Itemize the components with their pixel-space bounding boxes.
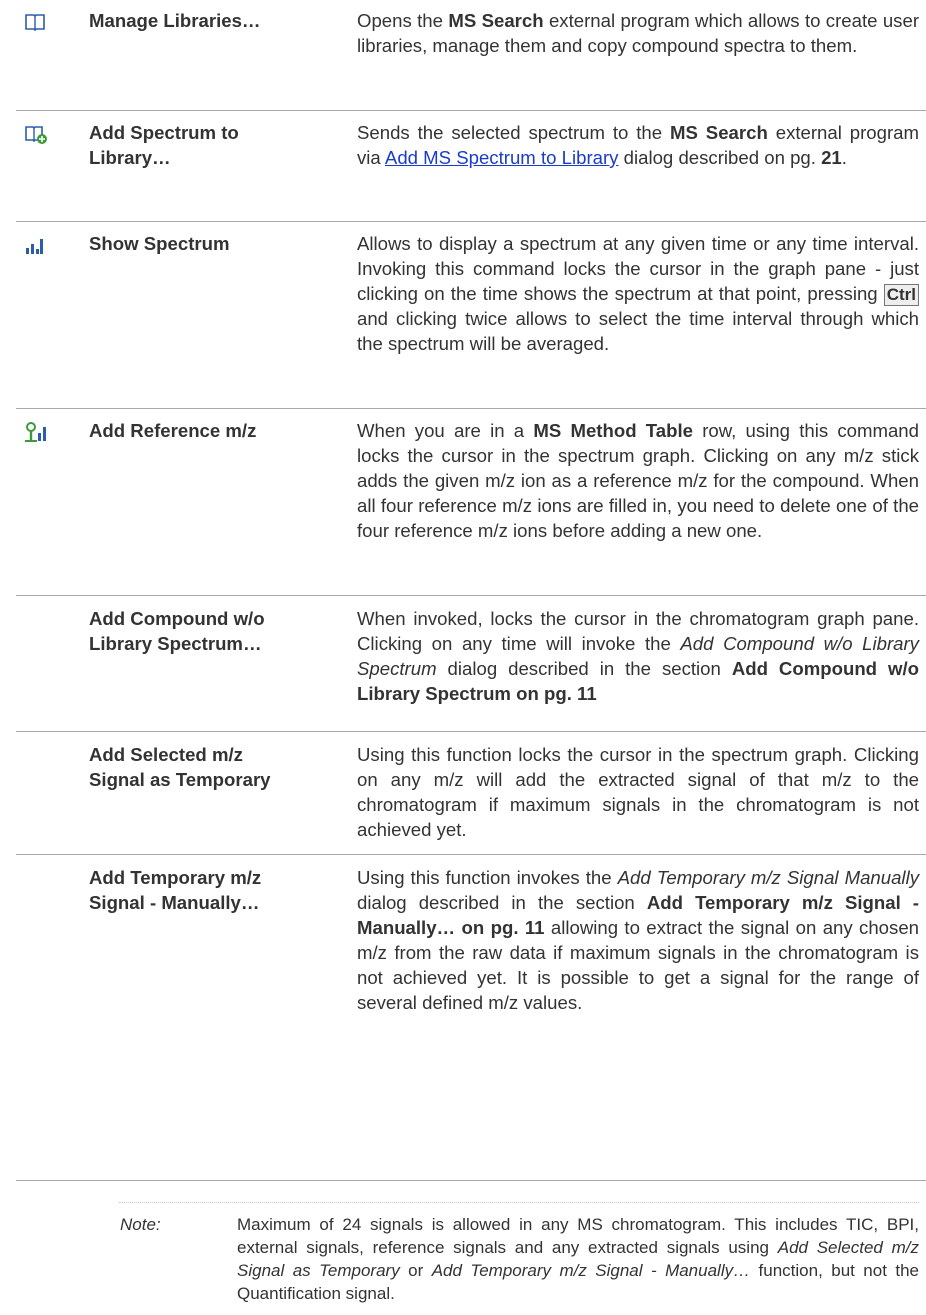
description-add-temporary-mz-signal: Using this function invokes the Add Temp…	[357, 867, 919, 1013]
description-add-spectrum-to-library: Sends the selected spectrum to the MS Se…	[357, 122, 920, 168]
command-show-spectrum: Show Spectrum	[89, 233, 230, 254]
description-add-reference-mz: When you are in a MS Method Table row, u…	[357, 420, 919, 541]
add-ms-spectrum-link[interactable]: Add MS Spectrum to Library	[385, 147, 619, 168]
description-add-selected-mz-signal: Using this function locks the cursor in …	[357, 744, 919, 840]
command-add-reference-mz: Add Reference m/z	[89, 420, 257, 441]
row-divider	[16, 110, 926, 111]
command-add-spectrum-to-library: Add Spectrum to Library…	[89, 122, 239, 168]
row-divider	[16, 595, 926, 596]
command-add-temporary-mz-signal: Add Temporary m/z Signal - Manually…	[89, 867, 262, 913]
reference-mz-icon[interactable]	[24, 421, 46, 443]
description-manage-libraries: Opens the MS Search external program whi…	[357, 10, 920, 56]
row-divider	[16, 854, 926, 855]
note-text: Maximum of 24 signals is allowed in any …	[237, 1215, 920, 1303]
note-label: Note:	[120, 1215, 161, 1234]
row-divider	[16, 408, 926, 409]
command-manage-libraries: Manage Libraries…	[89, 10, 261, 31]
row-divider	[16, 731, 926, 732]
row-divider	[16, 1180, 926, 1181]
book-icon[interactable]	[24, 11, 46, 33]
ctrl-key: Ctrl	[883, 284, 919, 306]
row-divider	[16, 221, 926, 222]
command-add-compound-wo-library: Add Compound w/o Library Spectrum…	[89, 608, 265, 654]
note-separator	[119, 1202, 919, 1203]
description-show-spectrum: Allows to display a spectrum at any give…	[357, 233, 919, 354]
description-add-compound-wo-library: When invoked, locks the cursor in the ch…	[357, 608, 919, 704]
command-add-selected-mz-signal: Add Selected m/z Signal as Temporary	[89, 744, 271, 790]
spectrum-bars-icon[interactable]	[24, 234, 46, 256]
book-add-icon[interactable]	[24, 123, 47, 145]
